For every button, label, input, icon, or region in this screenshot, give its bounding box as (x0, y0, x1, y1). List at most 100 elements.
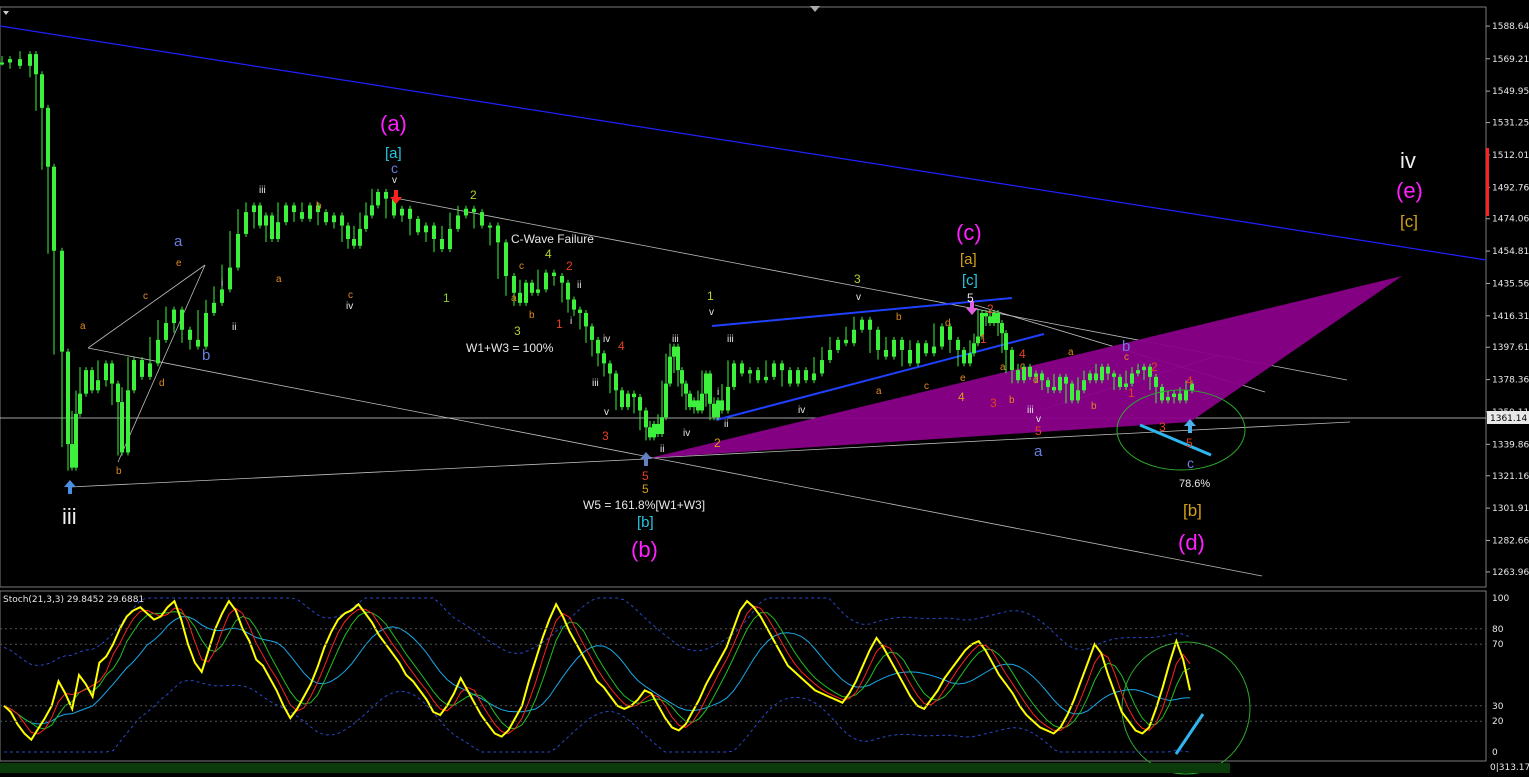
price-candle (376, 191, 380, 206)
price-candle (512, 275, 516, 293)
price-candle (732, 363, 736, 387)
label-5-white-1: 5 (967, 291, 974, 305)
price-candle (720, 400, 724, 411)
wave-label-a-paren: (a) (380, 111, 407, 136)
label-d-orange-1: d (159, 378, 165, 389)
price-candle (34, 54, 38, 75)
price-candle (566, 282, 570, 300)
price-candle (638, 397, 642, 411)
label-b-orange-2: b (316, 201, 322, 212)
label-a-orange-1: a (80, 321, 86, 332)
wave-label-iv: iv (1400, 148, 1416, 173)
price-candle (400, 208, 404, 216)
price-tick-label: 1263.96 (1492, 568, 1529, 578)
price-candle (852, 329, 856, 344)
label-i-white-2: i (570, 316, 572, 327)
volume-strip (0, 763, 1230, 773)
price-candle (78, 393, 82, 414)
price-candle (868, 319, 872, 330)
price-candle (536, 289, 540, 293)
price-candle (1052, 386, 1056, 391)
price-candle (196, 339, 200, 347)
price-candle (252, 205, 256, 213)
price-candle (602, 353, 606, 364)
price-candle (264, 215, 268, 226)
price-candle (1142, 366, 1146, 371)
price-candle (212, 302, 216, 313)
price-candle (416, 218, 420, 233)
stoch-bottom-value: 0|313.178 (1490, 763, 1529, 773)
price-candle (276, 222, 280, 239)
price-candle (228, 267, 232, 290)
wave-label-d-paren: (d) (1178, 530, 1205, 555)
label-a-blue-right: a (1034, 443, 1043, 460)
price-axis-scrollbar[interactable] (1486, 148, 1489, 216)
price-candle (692, 400, 696, 408)
price-candle (740, 363, 744, 374)
price-candle (656, 423, 660, 435)
price-candle (1136, 370, 1140, 374)
price-candle (940, 326, 944, 347)
stoch-level-label: 80 (1492, 625, 1504, 635)
label-iii-white-5: iii (1027, 405, 1034, 416)
price-candle (132, 360, 136, 391)
wave-label-c-paren: (c) (956, 220, 982, 245)
price-candle (448, 228, 452, 250)
label-b-orange-6: b (1091, 401, 1097, 412)
price-candle (756, 370, 760, 381)
price-candle (614, 373, 618, 391)
stoch-level-label: 100 (1492, 594, 1509, 604)
label-3-green-1: 3 (514, 324, 521, 338)
price-candle (924, 343, 928, 354)
price-candle (1166, 397, 1170, 401)
price-candle (104, 363, 108, 381)
price-candle (346, 225, 350, 239)
annotation-w5: W5 = 161.8%[W1+W3] (583, 498, 705, 512)
price-candle (236, 233, 240, 268)
price-candle (1046, 380, 1050, 387)
price-candle (696, 400, 700, 411)
stoch-title: Stoch(21,3,3) 29.8452 29.6881 (3, 595, 145, 605)
price-candle (1094, 373, 1098, 381)
price-candle (700, 393, 704, 411)
price-candle (1106, 366, 1110, 374)
price-candle (1154, 376, 1158, 387)
price-candle (596, 339, 600, 354)
label-c-orange-4: c (924, 381, 929, 392)
price-candle (1070, 383, 1074, 401)
price-candle (828, 349, 832, 361)
price-candle (488, 225, 492, 228)
price-tick-label: 1512.01 (1492, 151, 1529, 161)
label-2-orange-3: 2 (1151, 360, 1158, 374)
label-d-orange-5: d (1033, 375, 1039, 386)
price-candle (608, 363, 612, 374)
label-a-orange-3: a (511, 293, 517, 304)
price-candle (1082, 380, 1086, 391)
price-candle (590, 326, 594, 340)
price-candle (300, 212, 304, 219)
price-candle (962, 349, 966, 364)
wave-label-b-paren: (b) (631, 537, 658, 562)
label-iii-white-2: iii (592, 378, 599, 389)
price-candle (684, 383, 688, 394)
price-tick-label: 1397.61 (1492, 343, 1529, 353)
price-candle (164, 323, 168, 340)
label-c-orange-5: c (1020, 361, 1025, 372)
price-candle (440, 239, 444, 250)
price-candle (70, 444, 74, 468)
price-candle (626, 393, 630, 408)
label-i-white-1: i (221, 278, 223, 289)
price-candle (764, 376, 768, 381)
label-2-orange-2: 2 (987, 302, 994, 316)
price-candle (324, 212, 328, 223)
label-c-orange-2: c (348, 290, 353, 301)
stoch-level-label: 20 (1492, 717, 1504, 727)
price-candle (18, 59, 22, 66)
label-5-orange-2: 5 (1035, 424, 1042, 438)
label-b-orange-5: b (1009, 395, 1015, 406)
price-candle (116, 383, 120, 403)
price-candle (1000, 323, 1004, 334)
label-5-orange-1: 5 (642, 469, 649, 483)
label-iv-white-1: iv (346, 301, 353, 312)
price-candle (292, 205, 296, 213)
